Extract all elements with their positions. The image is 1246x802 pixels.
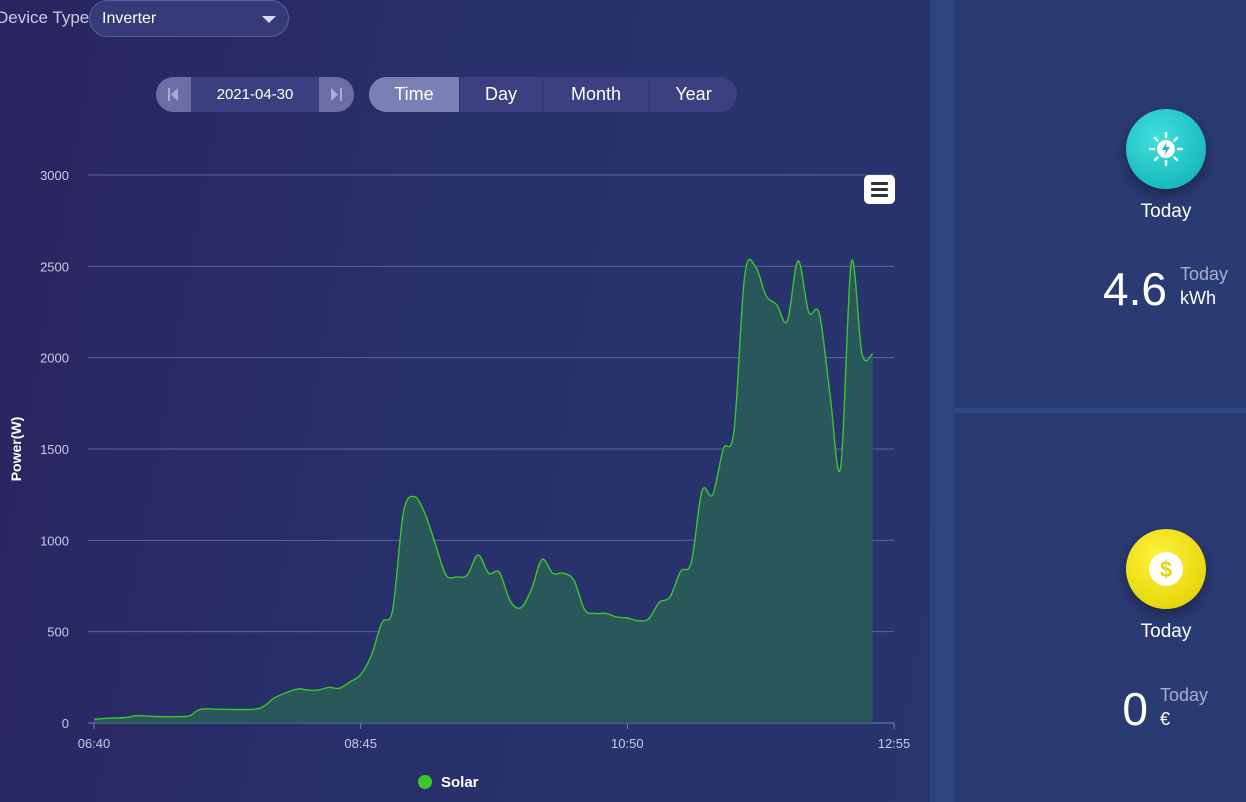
y-tick-label: 3000 (40, 168, 69, 183)
y-tick-label: 2500 (40, 259, 69, 274)
summary-separator (954, 408, 1246, 413)
earnings-today-value: 0 (1122, 683, 1148, 735)
legend-label-solar: Solar (441, 773, 479, 791)
y-tick-label: 1000 (40, 533, 69, 548)
earnings-today-sublabel: Today (1160, 685, 1209, 705)
tab-year[interactable]: Year (650, 77, 737, 112)
period-tabs: Time Day Month Year (369, 77, 737, 112)
hamburger-menu-icon (871, 182, 888, 185)
svg-text:$: $ (1160, 557, 1172, 582)
device-type-label: Device Type (0, 8, 90, 27)
panel-divider (930, 0, 954, 802)
legend-dot-solar (418, 775, 432, 789)
energy-unit: kWh (1180, 288, 1216, 308)
device-type-value: Inverter (102, 10, 157, 27)
tab-month[interactable]: Month (543, 77, 650, 112)
current-date[interactable]: 2021-04-30 (191, 86, 319, 103)
device-type-select[interactable]: Inverter (89, 0, 289, 37)
energy-card-title: Today (1140, 201, 1192, 222)
x-tick-label: 06:40 (78, 736, 111, 751)
y-tick-label: 2000 (40, 351, 69, 366)
hamburger-menu-icon-bar (871, 188, 888, 191)
next-date-button[interactable] (319, 77, 354, 112)
y-tick-label: 0 (62, 716, 69, 731)
y-axis-ticks: 0 500 1000 1500 2000 2500 3000 (40, 168, 69, 731)
y-axis-label: Power(W) (8, 417, 24, 482)
chart-menu-button[interactable] (864, 175, 895, 204)
power-chart: 0 500 1000 1500 2000 2500 3000 06:40 08:45 10:50… (8, 168, 911, 751)
tab-time[interactable]: Time (369, 77, 460, 112)
earnings-currency: € (1160, 709, 1171, 729)
skip-back-icon (168, 88, 178, 101)
chart-legend[interactable]: Solar (418, 772, 479, 792)
x-tick-label: 08:45 (344, 736, 377, 751)
skip-forward-icon (331, 88, 342, 101)
y-tick-label: 500 (47, 625, 69, 640)
date-navigator: 2021-04-30 (156, 77, 354, 112)
solar-area (94, 259, 873, 723)
solar-sun-icon (1126, 109, 1206, 189)
energy-today-sublabel: Today (1180, 264, 1229, 284)
hamburger-menu-icon-bar (871, 194, 888, 197)
energy-today-value: 4.6 (1103, 263, 1167, 315)
x-tick-label: 12:55 (878, 736, 911, 751)
earnings-card-title: Today (1140, 621, 1192, 642)
y-tick-label: 1500 (40, 442, 69, 457)
x-tick-label: 10:50 (611, 736, 644, 751)
chevron-down-icon (262, 16, 276, 23)
previous-date-button[interactable] (156, 77, 191, 112)
x-axis-ticks: 06:40 08:45 10:50 12:55 (78, 723, 911, 751)
dollar-coin-icon: $ (1126, 529, 1206, 609)
tab-day[interactable]: Day (460, 77, 543, 112)
